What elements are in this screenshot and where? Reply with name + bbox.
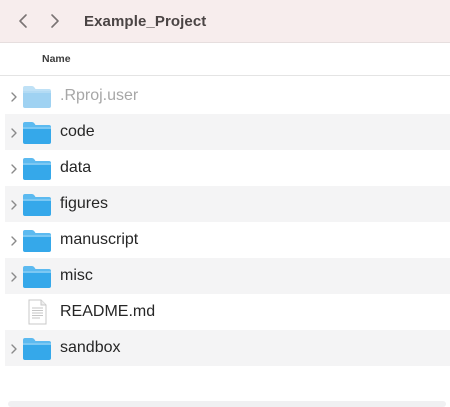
- chevron-left-icon: [19, 14, 27, 28]
- folder-icon: [22, 83, 52, 109]
- file-list: .Rproj.user code data figures manuscript misc…: [0, 78, 450, 366]
- disclosure-triangle-icon[interactable]: [9, 270, 19, 282]
- list-item[interactable]: code: [5, 114, 450, 150]
- item-name: manuscript: [60, 231, 139, 248]
- item-name: misc: [60, 267, 93, 284]
- list-item[interactable]: sandbox: [5, 330, 450, 366]
- folder-icon: [22, 335, 52, 361]
- forward-button[interactable]: [46, 10, 64, 32]
- list-item[interactable]: manuscript: [0, 222, 450, 258]
- horizontal-scrollbar[interactable]: [8, 401, 446, 407]
- folder-icon: [22, 263, 52, 289]
- document-icon: [22, 299, 52, 325]
- disclosure-triangle-icon[interactable]: [9, 90, 19, 102]
- item-name: .Rproj.user: [60, 87, 139, 104]
- disclosure-triangle-icon[interactable]: [9, 198, 19, 210]
- item-name: README.md: [60, 303, 156, 320]
- folder-icon: [22, 155, 52, 181]
- name-column-header[interactable]: Name: [42, 53, 71, 65]
- item-name: figures: [60, 195, 109, 212]
- folder-icon: [22, 227, 52, 253]
- window-title: Example_Project: [84, 12, 207, 30]
- item-name: sandbox: [60, 339, 121, 356]
- list-item[interactable]: .Rproj.user: [0, 78, 450, 114]
- finder-window: Example_Project Name .Rproj.user code data…: [0, 0, 450, 407]
- list-item[interactable]: figures: [5, 186, 450, 222]
- list-item[interactable]: misc: [5, 258, 450, 294]
- item-name: code: [60, 123, 95, 140]
- folder-icon: [22, 191, 52, 217]
- chevron-right-icon: [51, 14, 59, 28]
- disclosure-triangle-icon[interactable]: [9, 162, 19, 174]
- list-item[interactable]: README.md: [0, 294, 450, 330]
- disclosure-triangle-icon[interactable]: [9, 342, 19, 354]
- disclosure-triangle-icon[interactable]: [9, 126, 19, 138]
- item-name: data: [60, 159, 92, 176]
- back-button[interactable]: [14, 10, 32, 32]
- list-item[interactable]: data: [0, 150, 450, 186]
- folder-icon: [22, 119, 52, 145]
- disclosure-triangle-icon[interactable]: [9, 234, 19, 246]
- column-header: Name: [0, 43, 450, 76]
- toolbar: Example_Project: [0, 0, 450, 43]
